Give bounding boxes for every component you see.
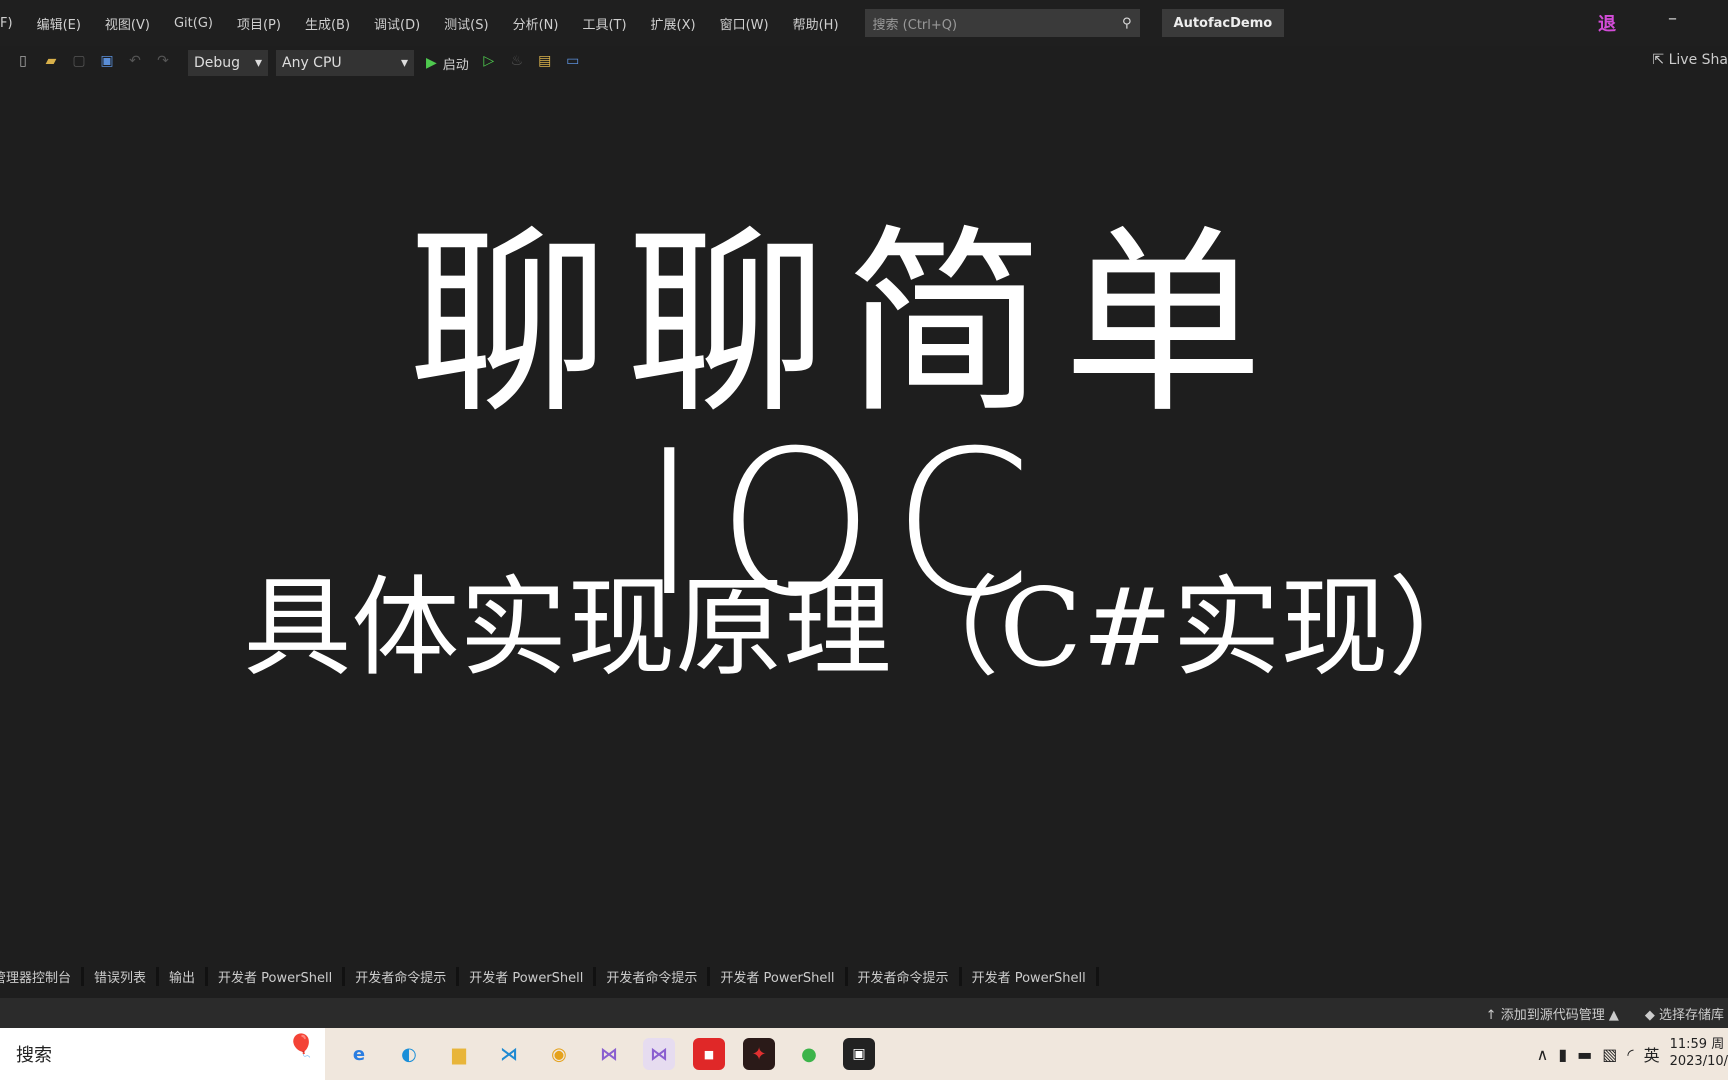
menu-window[interactable]: 窗口(W) [708, 14, 781, 33]
taskbar: 搜索 🎈 e ◐ ▆ ⋊ ◉ ⋈ ⋈ ■ ✦ ● ▣ ∧ ▮ ▬ ▧ ◜ 英 1… [0, 1028, 1728, 1080]
tab-output[interactable]: 输出 [159, 966, 209, 986]
config-value: Debug [194, 55, 241, 71]
menu-test[interactable]: 测试(S) [432, 14, 500, 33]
ie-icon[interactable]: e [343, 1038, 375, 1070]
source-control-label: 添加到源代码管理 ▲ [1500, 1007, 1619, 1023]
platform-dropdown[interactable]: Any CPU ▾ [276, 50, 414, 76]
add-source-control-button[interactable]: ↑ 添加到源代码管理 ▲ [1486, 1004, 1619, 1023]
play-icon[interactable]: ▶ [426, 55, 437, 71]
minimize-button[interactable]: – [1668, 8, 1677, 29]
project-name: AutofacDemo [1161, 9, 1285, 37]
taskbar-search[interactable]: 搜索 🎈 [0, 1028, 325, 1080]
platform-value: Any CPU [282, 55, 342, 71]
search-icon: ⚲ [1122, 15, 1132, 31]
live-share-button[interactable]: ⇱ Live Sha [1652, 52, 1728, 68]
search-placeholder: 搜索 (Ctrl+Q) [872, 17, 958, 33]
menu-file[interactable]: F) [0, 16, 25, 31]
tab-package-console[interactable]: 程序包管理器控制台 [0, 966, 85, 986]
toolbar: ▯ ▰ ▢ ▣ ↶ ↷ Debug ▾ Any CPU ▾ ▶ 启动 ▷ ♨ ▤ ▭ [0, 46, 1728, 80]
arrow-up-icon: ↑ [1485, 1007, 1501, 1023]
repo-label: 选择存储库 [1658, 1007, 1724, 1023]
dark-app-icon[interactable]: ✦ [743, 1038, 775, 1070]
window-layout-icon[interactable]: ▭ [562, 53, 584, 73]
wifi-icon[interactable]: ◜ [1627, 1045, 1633, 1064]
menu-debug[interactable]: 调试(D) [362, 14, 432, 33]
chevron-down-icon: ▾ [400, 55, 408, 71]
edge-icon[interactable]: ◐ [393, 1038, 425, 1070]
clock-date: 2023/10/ [1669, 1054, 1728, 1069]
save-all-icon[interactable]: ▣ [96, 53, 118, 73]
chevron-up-icon[interactable]: ∧ [1537, 1045, 1549, 1064]
menu-bar: F) 编辑(E) 视图(V) Git(G) 项目(P) 生成(B) 调试(D) … [0, 0, 1728, 46]
search-input[interactable]: 搜索 (Ctrl+Q) ⚲ [864, 9, 1140, 37]
select-repo-button[interactable]: ◆ 选择存储库 [1645, 1004, 1724, 1023]
start-without-debug-icon[interactable]: ▷ [478, 53, 500, 73]
red-app-icon[interactable]: ■ [693, 1038, 725, 1070]
menu-help[interactable]: 帮助(H) [781, 14, 851, 33]
chrome-icon[interactable]: ◉ [543, 1038, 575, 1070]
menu-tools[interactable]: 工具(T) [570, 14, 638, 33]
tab-dev-powershell[interactable]: 开发者 PowerShell [208, 966, 346, 986]
exit-badge[interactable]: 退 [1598, 10, 1616, 36]
search-label: 搜索 [16, 1045, 52, 1066]
display-icon[interactable]: ▧ [1602, 1045, 1617, 1064]
redo-icon[interactable]: ↷ [152, 53, 174, 73]
open-folder-icon[interactable]: ▰ [40, 53, 62, 73]
visual-studio-icon[interactable]: ⋈ [593, 1038, 625, 1070]
menu-analyze[interactable]: 分析(N) [501, 14, 571, 33]
tab-dev-powershell[interactable]: 开发者 PowerShell [459, 966, 597, 986]
solution-explorer-icon[interactable]: ▤ [534, 53, 556, 73]
clock[interactable]: 11:59 周 2023/10/ [1670, 1037, 1728, 1071]
save-icon[interactable]: ▢ [68, 53, 90, 73]
battery-icon[interactable]: ▬ [1577, 1045, 1592, 1064]
tab-dev-cmd[interactable]: 开发者命令提示 [596, 966, 711, 986]
wechat-icon[interactable]: ● [793, 1038, 825, 1070]
bottom-tool-tabs: 程序包管理器控制台 错误列表 输出 开发者 PowerShell 开发者命令提示… [0, 962, 1099, 990]
menu-edit[interactable]: 编辑(E) [25, 14, 93, 33]
tab-dev-powershell[interactable]: 开发者 PowerShell [710, 966, 848, 986]
system-tray: ∧ ▮ ▬ ▧ ◜ 英 11:59 周 2023/10/ [1537, 1037, 1728, 1071]
menu-build[interactable]: 生成(B) [293, 14, 362, 33]
hot-reload-icon[interactable]: ♨ [506, 53, 528, 73]
vscode-icon[interactable]: ⋊ [493, 1038, 525, 1070]
status-bar: ↑ 添加到源代码管理 ▲ ◆ 选择存储库 [0, 998, 1728, 1028]
share-icon: ⇱ [1652, 52, 1669, 68]
undo-icon[interactable]: ↶ [124, 53, 146, 73]
config-dropdown[interactable]: Debug ▾ [188, 50, 268, 76]
clock-time: 11:59 周 [1669, 1037, 1725, 1053]
video-subtitle: 具体实现原理（C#实现） [243, 566, 1497, 691]
tab-dev-cmd[interactable]: 开发者命令提示 [848, 966, 962, 986]
menu-git[interactable]: Git(G) [162, 16, 225, 31]
menu-extensions[interactable]: 扩展(X) [639, 14, 708, 33]
tab-error-list[interactable]: 错误列表 [84, 966, 160, 986]
ime-indicator[interactable]: 英 [1644, 1042, 1660, 1066]
new-project-icon[interactable]: ▯ [12, 53, 34, 73]
chevron-down-icon: ▾ [254, 55, 262, 71]
start-button[interactable]: 启动 [443, 54, 469, 73]
file-explorer-icon[interactable]: ▆ [443, 1038, 475, 1070]
git-icon: ◆ [1644, 1007, 1659, 1023]
menu-view[interactable]: 视图(V) [93, 14, 162, 33]
microphone-icon[interactable]: ▮ [1558, 1045, 1567, 1064]
balloons-icon: 🎈 [287, 1034, 315, 1059]
video-title: 聊聊简单IOC [408, 208, 1281, 641]
tab-dev-powershell[interactable]: 开发者 PowerShell [962, 966, 1099, 986]
tab-dev-cmd[interactable]: 开发者命令提示 [345, 966, 460, 986]
menu-project[interactable]: 项目(P) [225, 14, 293, 33]
live-share-label: Live Sha [1668, 52, 1728, 68]
visual-studio-icon[interactable]: ⋈ [643, 1038, 675, 1070]
bilibili-icon[interactable]: ▣ [843, 1038, 875, 1070]
